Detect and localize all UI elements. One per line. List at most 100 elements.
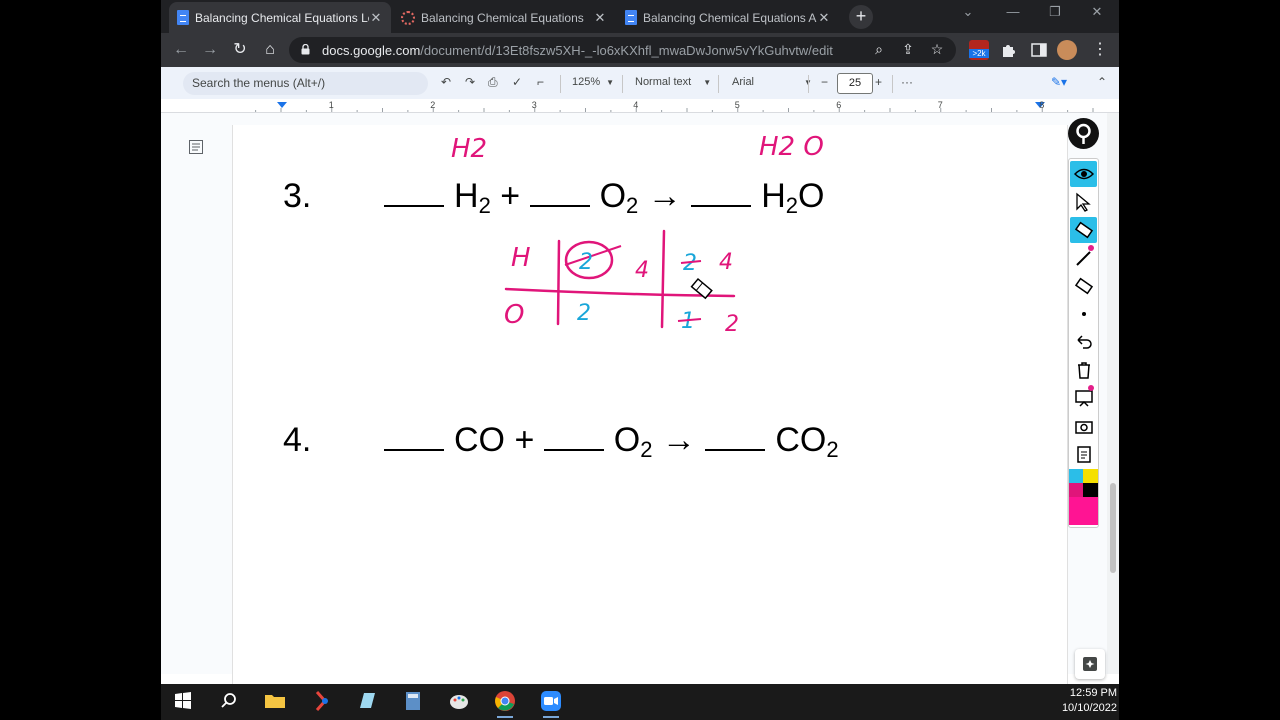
chevron-down-icon: ▼ xyxy=(703,78,712,87)
more-options-icon[interactable]: ··· xyxy=(901,75,913,89)
app-icon[interactable] xyxy=(309,689,333,713)
paint-format-icon[interactable]: ⌐ xyxy=(537,75,544,89)
menu-icon[interactable]: ⋮ xyxy=(1089,39,1111,61)
color-swatch-cyan[interactable] xyxy=(1069,469,1083,483)
clipboard-icon[interactable] xyxy=(1070,441,1097,467)
ruler-label: 2 xyxy=(430,100,436,110)
docs-toolbar: Search the menus (Alt+/) ↶ ↷ ⎙ ✓ ⌐ 125% ▼… xyxy=(161,67,1119,99)
menu-search-input[interactable]: Search the menus (Alt+/) xyxy=(183,72,428,95)
undo-icon[interactable]: ↶ xyxy=(441,75,451,89)
tab-balancing-lesson[interactable]: Balancing Chemical Equations Le ✕ xyxy=(169,2,391,33)
search-icon[interactable]: ⌕ xyxy=(870,41,888,58)
search-icon[interactable] xyxy=(217,689,241,713)
close-icon[interactable]: ✕ xyxy=(369,10,383,26)
ink-row-o: O xyxy=(504,300,524,330)
system-clock[interactable]: 12:59 PM 10/10/2022 xyxy=(1062,686,1117,716)
url-text: docs.google.com/document/d/13Et8fszw5XH-… xyxy=(322,43,833,58)
ink-left-o: 2 xyxy=(577,301,591,326)
trash-icon[interactable] xyxy=(1070,357,1097,383)
font-select[interactable]: Arial▼ xyxy=(732,76,812,88)
ink-left-h-old: 2 xyxy=(579,250,593,275)
tab-strip: Balancing Chemical Equations Le ✕ Balanc… xyxy=(161,0,1119,33)
docs-icon xyxy=(625,10,637,25)
url-path: /document/d/13Et8fszw5XH-_-lo6xKXhfl_mwa… xyxy=(420,43,833,58)
browser-window: Balancing Chemical Equations Le ✕ Balanc… xyxy=(161,0,1119,684)
spellcheck-icon[interactable]: ✓ xyxy=(512,75,522,89)
calculator-icon[interactable] xyxy=(401,689,425,713)
scroll-thumb[interactable] xyxy=(1110,483,1116,573)
left-indent-marker[interactable] xyxy=(277,102,287,108)
explore-button[interactable] xyxy=(1075,649,1105,679)
undo-icon[interactable] xyxy=(1070,329,1097,355)
increase-font-size-button[interactable]: + xyxy=(875,75,882,89)
font-value: Arial xyxy=(732,76,755,88)
color-picker[interactable] xyxy=(1069,469,1098,527)
home-button[interactable]: ⌂ xyxy=(259,39,281,61)
tab-search-icon[interactable]: ⌄ xyxy=(958,4,978,20)
divider xyxy=(560,75,561,93)
highlighter-eraser-icon[interactable] xyxy=(1070,273,1097,299)
ruler-label: 8 xyxy=(1039,100,1045,110)
redo-icon[interactable]: ↷ xyxy=(465,75,475,89)
eye-icon[interactable] xyxy=(1070,161,1097,187)
current-color-swatch xyxy=(1069,497,1098,525)
share-icon[interactable]: ⇪ xyxy=(899,41,917,58)
windows-start-icon[interactable] xyxy=(171,689,195,713)
bookmark-star-icon[interactable]: ☆ xyxy=(928,41,946,58)
vertical-scrollbar[interactable] xyxy=(1107,113,1119,674)
ink-product-label: H2 O xyxy=(759,132,824,162)
side-panel-icon[interactable] xyxy=(1029,40,1049,60)
collapse-menus-icon[interactable]: ⌃ xyxy=(1097,75,1107,89)
file-explorer-icon[interactable] xyxy=(263,689,287,713)
lock-icon xyxy=(301,44,310,55)
back-button[interactable]: ← xyxy=(170,39,192,61)
divider xyxy=(622,75,623,93)
close-window-button[interactable]: ✕ xyxy=(1087,4,1107,20)
tab-balancing[interactable]: Balancing Chemical Equations ✕ xyxy=(393,2,615,33)
decrease-font-size-button[interactable]: − xyxy=(821,75,828,89)
dot-size-icon[interactable] xyxy=(1070,301,1097,327)
editing-mode-icon[interactable]: ✎▾ xyxy=(1051,75,1067,89)
ink-row-h: H xyxy=(511,243,531,273)
palette-tools xyxy=(1068,158,1099,528)
extension-icon[interactable]: >2k xyxy=(969,40,989,60)
style-value: Normal text xyxy=(635,76,692,88)
font-size-input[interactable]: 25 xyxy=(837,73,873,94)
tab-balancing-activity[interactable]: Balancing Chemical Equations A ✕ xyxy=(617,2,839,33)
ink-right-o-new: 2 xyxy=(725,312,739,337)
camera-icon[interactable] xyxy=(1070,413,1097,439)
whiteboard-color-dot xyxy=(1088,385,1094,391)
color-swatch-magenta[interactable] xyxy=(1069,483,1083,497)
pointer-icon[interactable] xyxy=(1070,189,1097,215)
print-icon[interactable]: ⎙ xyxy=(488,75,498,90)
zoom-icon[interactable] xyxy=(539,689,563,718)
puzzle-icon[interactable] xyxy=(999,40,1019,60)
chrome-icon[interactable] xyxy=(493,689,517,718)
minimize-button[interactable]: — xyxy=(1003,4,1023,19)
avatar[interactable] xyxy=(1057,40,1077,60)
style-select[interactable]: Normal text ▼ xyxy=(635,76,711,88)
color-swatch-black[interactable] xyxy=(1083,483,1098,497)
eraser-icon[interactable] xyxy=(1070,217,1097,243)
restore-button[interactable]: ❐ xyxy=(1045,4,1065,20)
ink-reactant-label: H2 xyxy=(451,134,487,164)
ruler-marks xyxy=(255,102,1094,112)
notes-icon[interactable] xyxy=(355,689,379,713)
annotation-app-logo[interactable] xyxy=(1068,118,1099,149)
paint-icon[interactable] xyxy=(447,689,471,713)
ruler-label: 4 xyxy=(633,100,639,110)
address-bar-row: ← → ↻ ⌂ docs.google.com/document/d/13Et8… xyxy=(161,33,1119,67)
close-icon[interactable]: ✕ xyxy=(593,10,607,26)
pen-color-dot xyxy=(1088,245,1094,251)
forward-button[interactable]: → xyxy=(199,39,221,61)
tab-title: Balancing Chemical Equations Le xyxy=(195,10,369,25)
ruler-label: 6 xyxy=(836,100,842,110)
omnibox[interactable]: docs.google.com/document/d/13Et8fszw5XH-… xyxy=(289,37,956,63)
zoom-select[interactable]: 125% ▼ xyxy=(572,76,614,88)
ruler: 1 2 3 4 5 6 7 8 xyxy=(161,99,1119,113)
ruler-label: 3 xyxy=(531,100,537,110)
new-tab-button[interactable]: + xyxy=(849,5,873,29)
close-icon[interactable]: ✕ xyxy=(817,10,831,26)
reload-button[interactable]: ↻ xyxy=(229,39,251,61)
color-swatch-yellow[interactable] xyxy=(1083,469,1098,483)
